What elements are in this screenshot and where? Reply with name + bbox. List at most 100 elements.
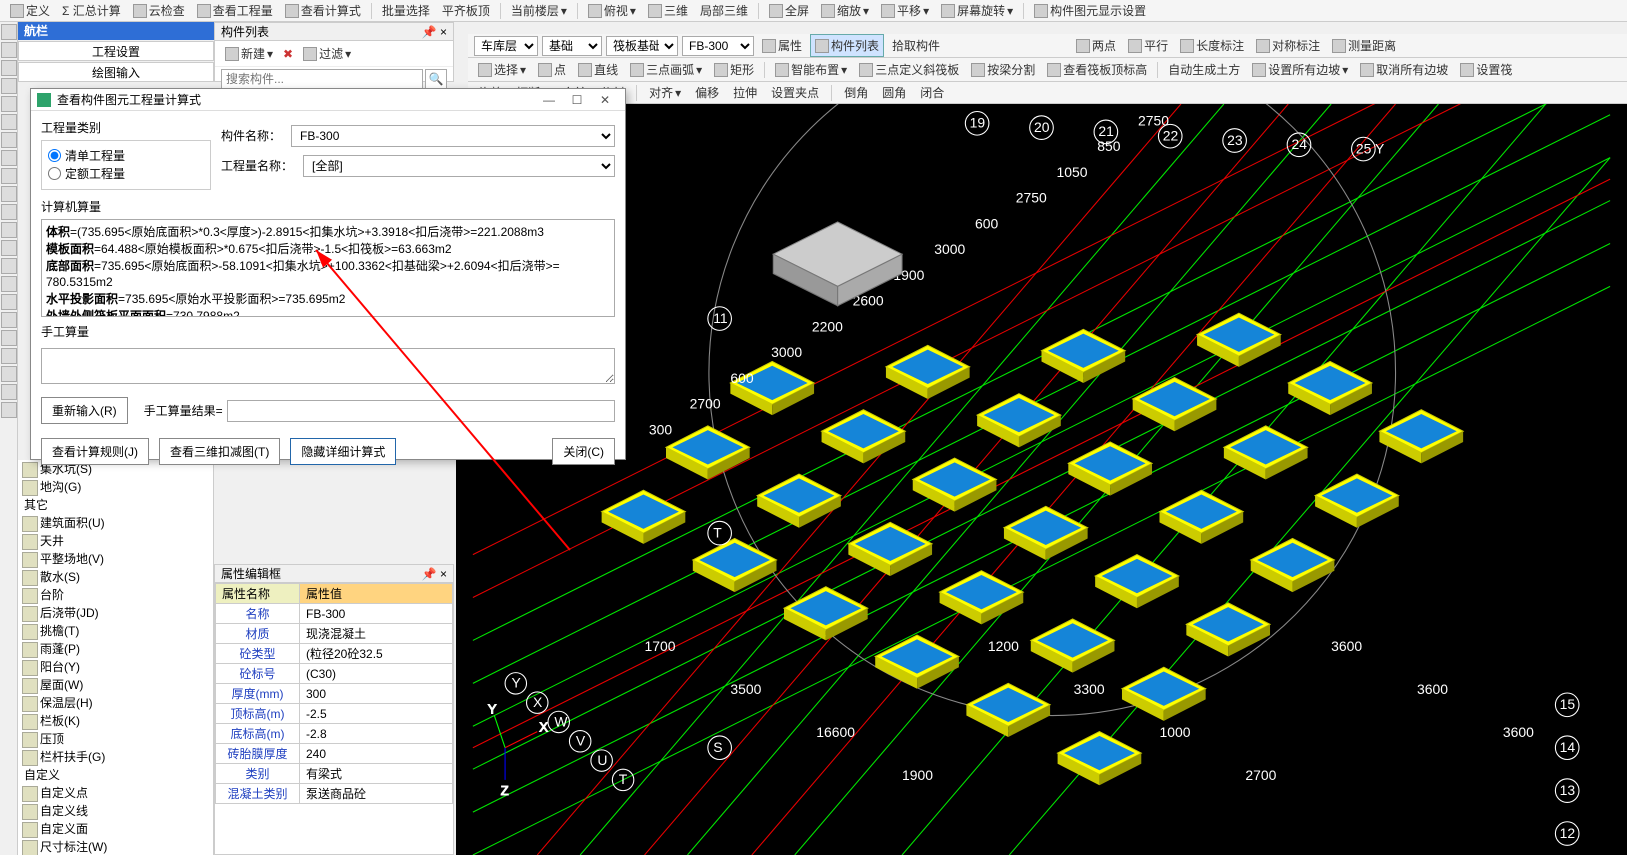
result-input[interactable]	[227, 400, 615, 422]
rail-icon[interactable]	[1, 24, 17, 40]
tree-item[interactable]: 尺寸标注(W)	[18, 838, 213, 855]
tree-item[interactable]: 后浇带(JD)	[18, 604, 213, 622]
tb-floor[interactable]: 当前楼层 ▾	[507, 0, 571, 21]
btn-parallel[interactable]: 平行	[1124, 35, 1172, 56]
rail-icon[interactable]	[1, 60, 17, 76]
pin-icon[interactable]: 📌	[422, 567, 437, 581]
tb-top[interactable]: 俯视 ▾	[584, 0, 640, 21]
btn-fillet[interactable]: 圆角	[878, 82, 910, 103]
btn-smart[interactable]: 智能布置 ▾	[771, 59, 851, 80]
radio-quota[interactable]: 定额工程量	[48, 165, 125, 182]
tree-item[interactable]: 平整场地(V)	[18, 550, 213, 568]
tb-viewcalc[interactable]: 查看计算式	[281, 0, 365, 21]
rail-icon[interactable]	[1, 168, 17, 184]
close-button[interactable]: ✕	[591, 93, 619, 107]
btn-hide[interactable]: 隐藏详细计算式	[290, 438, 396, 465]
radio-list[interactable]: 清单工程量	[48, 147, 125, 164]
btn-grip[interactable]: 设置夹点	[767, 82, 823, 103]
tree-item[interactable]: 屋面(W)	[18, 676, 213, 694]
rail-icon[interactable]	[1, 294, 17, 310]
btn-setall[interactable]: 设置所有边坡 ▾	[1248, 59, 1352, 80]
tree-item[interactable]: 天井	[18, 532, 213, 550]
tree-item[interactable]: 自定义面	[18, 820, 213, 838]
prop-row[interactable]: 厚度(mm)300	[216, 684, 453, 704]
close-icon[interactable]: ×	[440, 25, 447, 39]
rail-icon[interactable]	[1, 114, 17, 130]
rail-icon[interactable]	[1, 276, 17, 292]
btn-offset[interactable]: 偏移	[691, 82, 723, 103]
btn-set[interactable]: 设置筏	[1456, 59, 1516, 80]
rail-icon[interactable]	[1, 348, 17, 364]
tree-head[interactable]: 其它	[18, 496, 213, 514]
tree-item[interactable]: 地沟(G)	[18, 478, 213, 496]
tree-item[interactable]: 阳台(Y)	[18, 658, 213, 676]
tb-sum[interactable]: Σ 汇总计算	[58, 0, 125, 21]
btn-3pt[interactable]: 三点定义斜筏板	[855, 59, 963, 80]
rail-icon[interactable]	[1, 186, 17, 202]
tb-align[interactable]: 平齐板顶	[438, 0, 494, 21]
rail-icon[interactable]	[1, 240, 17, 256]
btn-viewtop[interactable]: 查看筏板顶标高	[1043, 59, 1151, 80]
btn-close[interactable]: 闭合	[916, 82, 948, 103]
btn-point[interactable]: 点	[534, 59, 570, 80]
btn-rect[interactable]: 矩形	[710, 59, 758, 80]
tree-item[interactable]: 压顶	[18, 730, 213, 748]
btn-beamsplit[interactable]: 按梁分割	[967, 59, 1039, 80]
sel-cat[interactable]: 基础	[542, 36, 602, 56]
btn-pick[interactable]: 拾取构件	[888, 35, 944, 56]
rail-icon[interactable]	[1, 78, 17, 94]
pin-icon[interactable]: 📌	[422, 25, 437, 39]
rail-icon[interactable]	[1, 222, 17, 238]
rail-icon[interactable]	[1, 258, 17, 274]
btn-complist[interactable]: 构件列表	[810, 34, 884, 57]
rail-icon[interactable]	[1, 204, 17, 220]
tb-cloud[interactable]: 云检查	[129, 0, 189, 21]
sel-type[interactable]: 筏板基础	[606, 36, 678, 56]
btn-alignto[interactable]: 对齐 ▾	[645, 82, 685, 103]
btn-reenter[interactable]: 重新输入(R)	[41, 397, 128, 424]
tb-display[interactable]: 构件图元显示设置	[1030, 0, 1150, 21]
tree-item[interactable]: 台阶	[18, 586, 213, 604]
prop-row[interactable]: 砖胎膜厚度240	[216, 744, 453, 764]
maximize-button[interactable]: ☐	[563, 93, 591, 107]
rail-icon[interactable]	[1, 150, 17, 166]
prop-row[interactable]: 名称FB-300	[216, 604, 453, 624]
tree-item[interactable]: 栏杆扶手(G)	[18, 748, 213, 766]
rail-icon[interactable]	[1, 384, 17, 400]
rail-icon[interactable]	[1, 330, 17, 346]
btn-select[interactable]: 选择 ▾	[474, 59, 530, 80]
btn-close-dialog[interactable]: 关闭(C)	[552, 438, 615, 465]
btn-stretch[interactable]: 拉伸	[729, 82, 761, 103]
btn-length[interactable]: 长度标注	[1176, 35, 1248, 56]
btn-auto[interactable]: 自动生成土方	[1164, 59, 1244, 80]
prop-row[interactable]: 混凝土类别泵送商品砼	[216, 784, 453, 804]
3d-viewport[interactable]: 2750850105027506003000190026002200300060…	[456, 104, 1627, 855]
btn-rule[interactable]: 查看计算规则(J)	[41, 438, 149, 465]
tb-pan[interactable]: 平移 ▾	[877, 0, 933, 21]
prop-row[interactable]: 砼类型(粒径20砼32.5	[216, 644, 453, 664]
rail-icon[interactable]	[1, 366, 17, 382]
tb-zoom[interactable]: 缩放 ▾	[817, 0, 873, 21]
btn-attr[interactable]: 属性	[758, 35, 806, 56]
prop-row[interactable]: 底标高(m)-2.8	[216, 724, 453, 744]
btn-symmetric[interactable]: 对称标注	[1252, 35, 1324, 56]
tb-rotate[interactable]: 屏幕旋转 ▾	[937, 0, 1017, 21]
qty-select[interactable]: [全部]	[303, 155, 615, 177]
rail-icon[interactable]	[1, 402, 17, 418]
btn-filter[interactable]: 过滤 ▾	[299, 43, 355, 64]
tb-full[interactable]: 全屏	[765, 0, 813, 21]
search-input[interactable]	[221, 69, 423, 89]
tb-define[interactable]: 定义	[6, 0, 54, 21]
rail-icon[interactable]	[1, 132, 17, 148]
nav-item-settings[interactable]: 工程设置	[18, 41, 214, 61]
tb-viewqty[interactable]: 查看工程量	[193, 0, 277, 21]
rail-icon[interactable]	[1, 42, 17, 58]
manual-input[interactable]	[41, 348, 615, 384]
delete-icon[interactable]: ✖	[283, 47, 293, 61]
minimize-button[interactable]: —	[535, 93, 563, 107]
tree-item[interactable]: 自定义线	[18, 802, 213, 820]
tree-item[interactable]: 雨蓬(P)	[18, 640, 213, 658]
sel-floor[interactable]: 车库层	[474, 36, 538, 56]
tree-item[interactable]: 自定义点	[18, 784, 213, 802]
prop-row[interactable]: 材质现浇混凝土	[216, 624, 453, 644]
